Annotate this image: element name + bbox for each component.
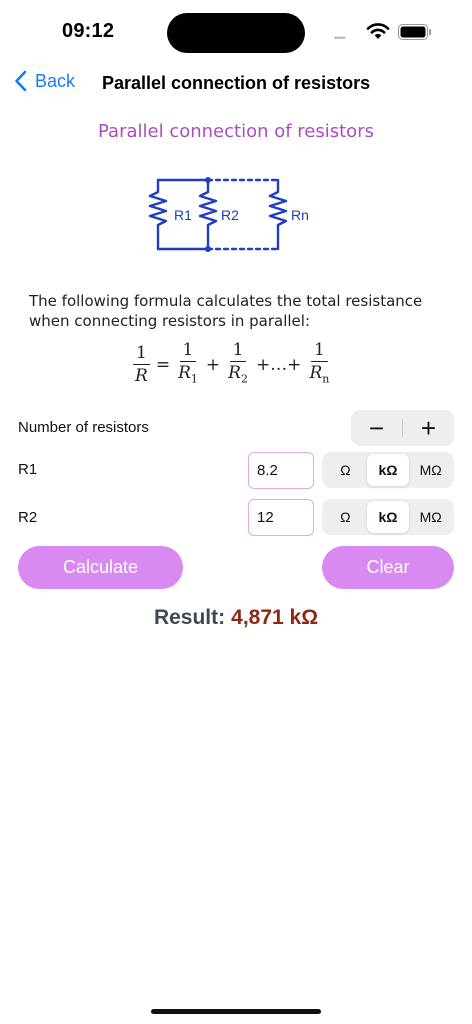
unit-ohm-option[interactable]: Ω [324,501,367,533]
home-indicator [151,1009,321,1014]
circuit-label-r2: R2 [221,207,239,223]
parallel-circuit-diagram: R1 R2 Rn [148,177,309,252]
back-button[interactable]: Back [14,70,75,92]
battery-icon [398,24,431,40]
clear-button[interactable]: Clear [322,546,454,589]
resistor-r2-symbol [198,178,218,251]
formula-description: The following formula calculates the tot… [29,292,423,330]
resistor-r1-symbol [148,178,168,251]
status-bar: 09:12 ••••• [0,0,472,64]
circuit-label-rn: Rn [291,207,309,223]
cellular-signal-icon: ••••• [334,33,346,43]
calculate-button[interactable]: Calculate [18,546,183,589]
navigation-bar: Back Parallel connection of resistors [0,64,472,104]
result-value: 4,871 kΩ [231,606,319,629]
unit-ohm-option[interactable]: Ω [324,454,367,486]
nav-title: Parallel connection of resistors [102,73,371,93]
resistor-r1-input[interactable] [248,452,314,489]
resistor-r1-unit-selector: Ω kΩ MΩ [322,452,454,488]
formula-term-rn: 1 Rn [309,340,330,386]
unit-mohm-option[interactable]: MΩ [409,501,452,533]
resistor-count-stepper: − + [351,410,454,446]
parallel-resistance-formula: 1 R = 1 R1 + 1 R2 +…+ 1 Rn [130,340,334,389]
resistor-r2-unit-selector: Ω kΩ MΩ [322,499,454,535]
unit-kohm-option[interactable]: kΩ [366,501,410,533]
formula-lhs: 1 R [132,343,151,386]
decrement-button[interactable]: − [351,410,402,446]
result-label: Result: [153,606,226,629]
resistor-rn-symbol [268,178,288,251]
resistor-label-r1: R1 [18,461,38,478]
resistor-label-r2: R2 [18,509,38,526]
resistor-count-label: Number of resistors [18,419,149,436]
increment-button[interactable]: + [403,410,454,446]
unit-mohm-option[interactable]: MΩ [409,454,452,486]
result-display: Result: 4,871 kΩ [0,606,472,630]
status-time: 09:12 [62,20,115,42]
resistor-r2-input[interactable] [248,499,314,536]
back-label: Back [35,70,76,91]
formula-term-r1: 1 R1 [178,340,198,386]
chevron-left-icon [15,70,27,92]
dynamic-island [167,13,305,53]
unit-kohm-option[interactable]: kΩ [366,454,410,486]
page-title: Parallel connection of resistors [98,121,374,142]
wifi-icon [366,23,390,39]
circuit-label-r1: R1 [174,207,192,223]
formula-term-r2: 1 R2 [228,340,248,386]
